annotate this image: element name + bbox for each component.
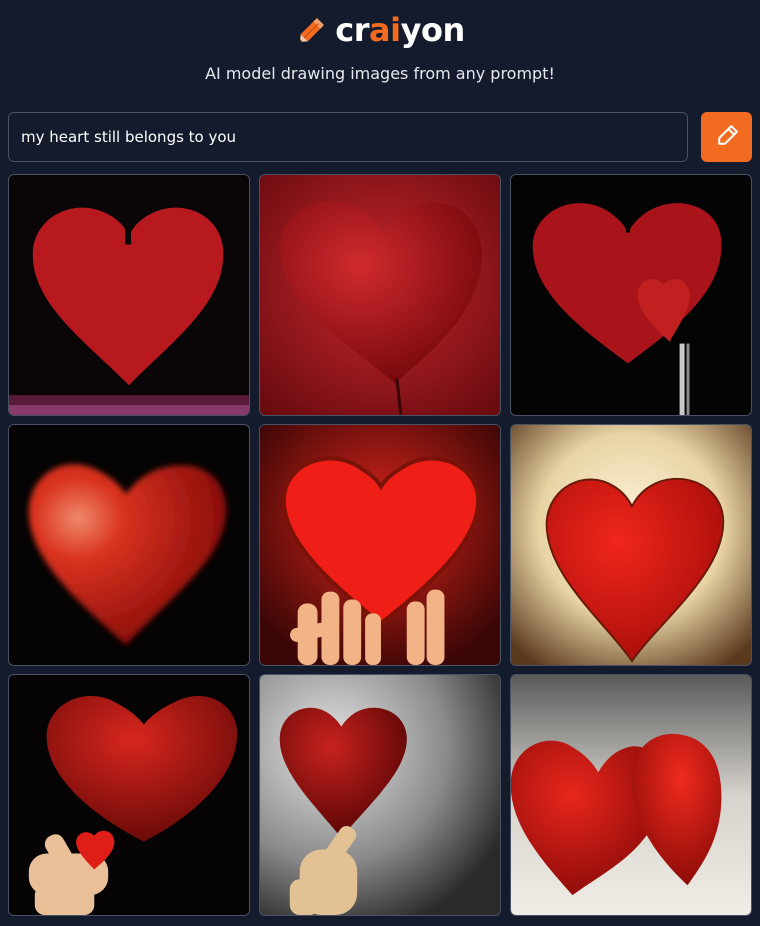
image-grid — [8, 174, 752, 916]
heart-image — [260, 175, 500, 415]
generated-image-2[interactable] — [259, 174, 501, 416]
pencil-icon — [295, 13, 329, 47]
heart-image — [511, 425, 751, 665]
craiyon-page: craiyon AI model drawing images from any… — [0, 0, 760, 926]
heart-image — [9, 675, 249, 915]
generated-image-1[interactable] — [8, 174, 250, 416]
generated-image-7[interactable] — [8, 674, 250, 916]
generated-image-6[interactable] — [510, 424, 752, 666]
generated-image-9[interactable] — [510, 674, 752, 916]
generated-image-4[interactable] — [8, 424, 250, 666]
heart-image — [9, 425, 249, 665]
generated-image-3[interactable] — [510, 174, 752, 416]
pencil-icon — [714, 123, 740, 152]
logo-wordmark: craiyon — [335, 10, 466, 50]
draw-button[interactable] — [701, 112, 752, 162]
heart-image — [511, 675, 751, 915]
logo-part-3: yon — [400, 11, 466, 49]
logo-part-accent: ai — [369, 11, 401, 49]
heart-image — [9, 175, 249, 415]
logo[interactable]: craiyon — [0, 10, 760, 50]
heart-image — [511, 175, 751, 415]
heart-image — [260, 675, 500, 915]
heart-image — [260, 425, 500, 665]
generated-image-5[interactable] — [259, 424, 501, 666]
logo-part-1: cr — [335, 11, 370, 49]
tagline: AI model drawing images from any prompt! — [205, 64, 555, 83]
generated-image-8[interactable] — [259, 674, 501, 916]
prompt-input[interactable] — [8, 112, 688, 162]
